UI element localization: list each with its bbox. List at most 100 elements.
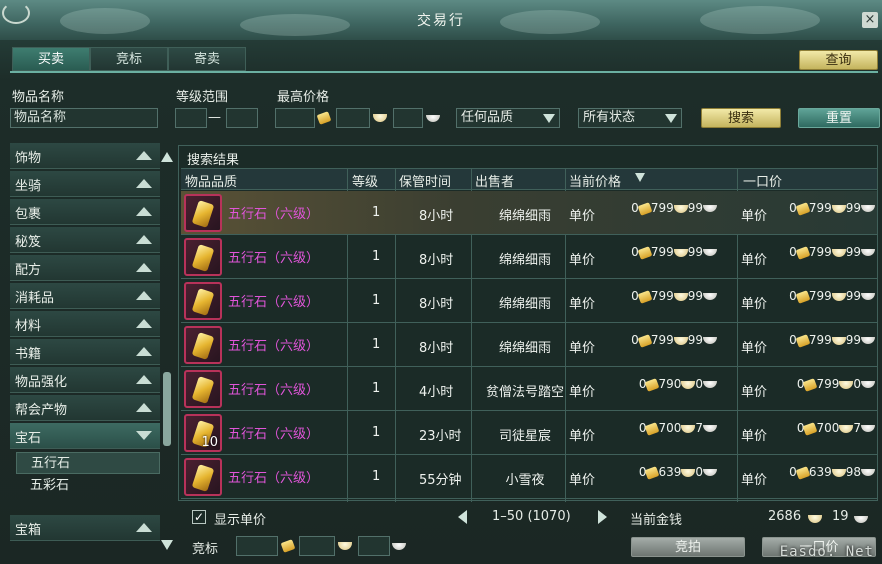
bid-gold-input[interactable] — [236, 536, 278, 556]
item-seller: 小雪夜 — [505, 473, 545, 488]
item-seller: 绵绵细雨 — [498, 209, 551, 224]
sidebar-item-accessories[interactable]: 饰物 — [10, 143, 160, 169]
table-row[interactable]: 五行石（六级） 1 4小时 贫僧法号踏空 单价 0 790 0 单价 0 799 0 — [181, 367, 877, 411]
level-range-label: 等级范围 — [176, 90, 229, 105]
quality-select[interactable]: 任何品质 — [456, 108, 560, 128]
gem-icon[interactable] — [184, 370, 222, 408]
buyout-price: 0 799 99 — [789, 245, 875, 260]
unit-price-label: 单价 — [569, 473, 596, 488]
unit-price-label: 单价 — [741, 253, 768, 268]
scroll-down-icon[interactable] — [161, 540, 173, 550]
gem-icon[interactable] — [184, 458, 222, 496]
copper-icon — [854, 516, 868, 523]
buyout-price: 0 799 99 — [789, 333, 875, 348]
next-page-icon[interactable] — [598, 510, 607, 524]
tab-buy-sell[interactable]: 买卖 — [12, 47, 90, 71]
col-seller[interactable]: 出售者 — [475, 171, 514, 190]
cur-copper-value: 99 — [687, 289, 703, 303]
money-silver-value: 2686 — [768, 509, 802, 524]
sidebar-item-books[interactable]: 书籍 — [10, 339, 160, 365]
silver-icon — [839, 380, 854, 389]
buy-silver-value: 799 — [816, 377, 840, 391]
buyout-price: 0 799 0 — [797, 377, 875, 392]
scroll-up-icon[interactable] — [161, 152, 173, 162]
table-row[interactable]: 五行石（六级） 1 8小时 绵绵细雨 单价 0 799 99 单价 0 799 99 — [181, 279, 877, 323]
reset-button[interactable]: 重置 — [798, 108, 880, 128]
buyout-price: 0 799 99 — [789, 201, 875, 216]
silver-icon — [338, 542, 352, 550]
bid-button[interactable]: 竞拍 — [631, 537, 745, 557]
sidebar-item-materials[interactable]: 材料 — [10, 311, 160, 337]
col-level[interactable]: 等级 — [352, 171, 378, 190]
max-price-gold-input[interactable] — [275, 108, 315, 128]
table-row[interactable]: 五行石（六级） 1 8小时 绵绵细雨 单价 0 799 99 单价 0 799 99 — [181, 235, 877, 279]
expand-up-icon — [136, 375, 152, 384]
gem-icon[interactable] — [184, 238, 222, 276]
item-quantity: 10 — [201, 435, 218, 450]
gem-icon[interactable] — [184, 194, 222, 232]
silver-icon — [831, 248, 846, 257]
col-quality[interactable]: 物品品质 — [185, 171, 237, 190]
watermark: Easdo. Net — [779, 544, 874, 560]
level-min-input[interactable] — [175, 108, 207, 128]
sidebar-subitem-wucai[interactable]: 五彩石 — [16, 475, 160, 497]
sidebar-item-consumables[interactable]: 消耗品 — [10, 283, 160, 309]
sort-desc-icon[interactable] — [635, 173, 645, 182]
gem-icon[interactable] — [184, 326, 222, 364]
col-buyout[interactable]: 一口价 — [743, 171, 782, 190]
max-price-label: 最高价格 — [277, 90, 330, 105]
money-copper-value: 19 — [832, 509, 849, 524]
table-row[interactable]: 五行石（六级） 1 8小时 绵绵细雨 单价 0 799 99 单价 0 799 99 — [181, 191, 877, 235]
copper-icon — [392, 543, 406, 550]
expand-up-icon — [136, 263, 152, 272]
close-icon[interactable]: × — [862, 12, 878, 28]
bid-silver-input[interactable] — [299, 536, 335, 556]
max-price-copper-input[interactable] — [393, 108, 423, 128]
expand-up-icon — [136, 235, 152, 244]
search-results-panel: 搜索结果 物品品质 等级 保管时间 出售者 当前价格 一口价 五行石（六级） 1… — [178, 145, 878, 502]
sidebar-item-guild[interactable]: 帮会产物 — [10, 395, 160, 421]
buy-copper-value: 99 — [845, 289, 861, 303]
copper-icon — [861, 381, 875, 388]
copper-icon — [861, 337, 875, 344]
cur-copper-value: 0 — [695, 377, 703, 391]
tab-consign[interactable]: 寄卖 — [168, 47, 246, 71]
expand-up-icon — [136, 403, 152, 412]
table-row[interactable]: 五行石（六级） 1 55分钟 小雪夜 单价 0 639 0 单价 0 639 98 — [181, 455, 877, 499]
search-button[interactable]: 搜索 — [701, 108, 781, 128]
sidebar-item-enhance[interactable]: 物品强化 — [10, 367, 160, 393]
item-seller: 贫僧法号踏空 — [485, 385, 564, 400]
query-button[interactable]: 查询 — [799, 50, 878, 70]
item-name-input[interactable]: 物品名称 — [10, 108, 158, 128]
gem-icon[interactable] — [184, 282, 222, 320]
sidebar-item-recipes[interactable]: 配方 — [10, 255, 160, 281]
expand-up-icon — [136, 207, 152, 216]
sidebar-item-manuals[interactable]: 秘笈 — [10, 227, 160, 253]
col-time[interactable]: 保管时间 — [399, 171, 451, 190]
sidebar-subitem-wuxing[interactable]: 五行石 — [16, 452, 160, 474]
scroll-thumb[interactable] — [163, 372, 171, 446]
cur-silver-value: 799 — [650, 201, 674, 215]
sidebar-item-bags[interactable]: 包裹 — [10, 199, 160, 225]
sidebar-item-chests[interactable]: 宝箱 — [10, 515, 160, 541]
status-select[interactable]: 所有状态 — [578, 108, 682, 128]
silver-icon — [808, 515, 822, 523]
col-current-price[interactable]: 当前价格 — [569, 171, 621, 190]
show-unit-price-checkbox[interactable]: ✓ — [192, 510, 206, 524]
sidebar-item-gems[interactable]: 宝石 — [10, 423, 160, 449]
bid-copper-input[interactable] — [358, 536, 390, 556]
prev-page-icon[interactable] — [458, 510, 467, 524]
table-row[interactable]: 五行石（六级） 1 8小时 绵绵细雨 单价 0 799 99 单价 0 799 99 — [181, 323, 877, 367]
gem-icon[interactable]: 10 — [184, 414, 222, 452]
copper-icon — [861, 469, 875, 476]
tab-bid[interactable]: 竞标 — [90, 47, 168, 71]
table-row[interactable]: 10 五行石（六级） 1 23小时 司徒星宸 单价 0 700 7 单价 0 700 7 — [181, 411, 877, 455]
sidebar-scrollbar[interactable] — [160, 146, 174, 556]
max-price-silver-input[interactable] — [336, 108, 370, 128]
expand-up-icon — [136, 179, 152, 188]
buy-copper-value: 99 — [845, 333, 861, 347]
title-bar: 交易行 × — [0, 0, 882, 40]
chevron-down-icon — [543, 114, 555, 123]
sidebar-item-mounts[interactable]: 坐骑 — [10, 171, 160, 197]
level-max-input[interactable] — [226, 108, 258, 128]
